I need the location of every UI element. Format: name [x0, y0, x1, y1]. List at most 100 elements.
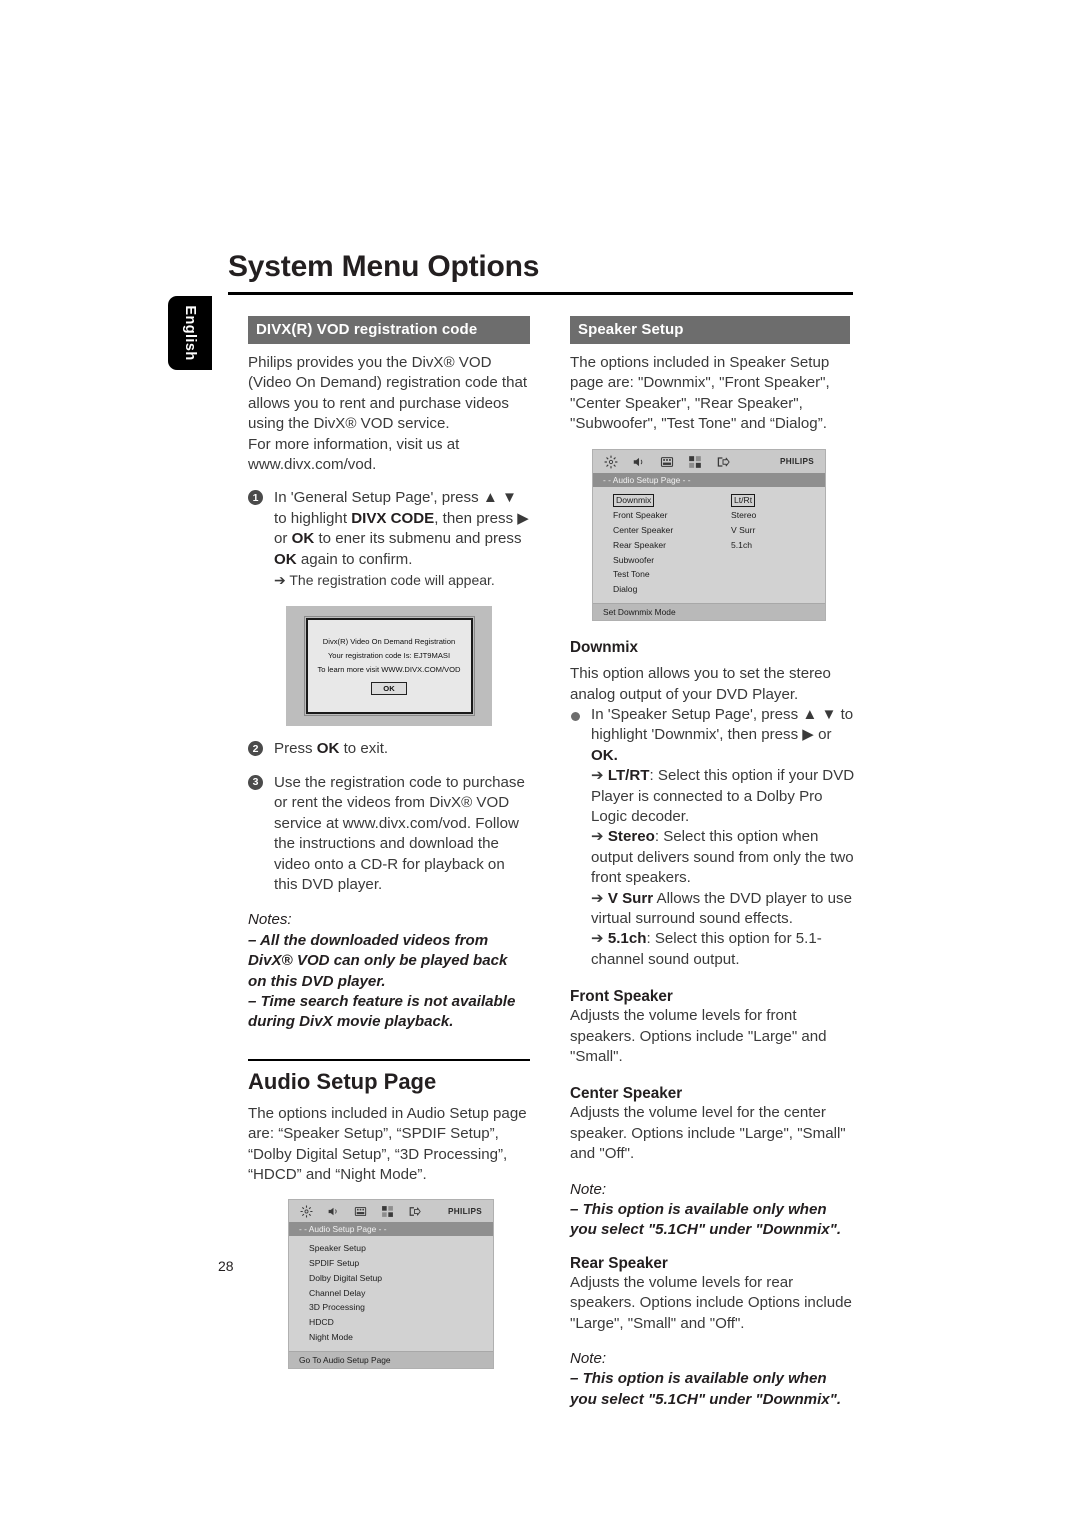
front-speaker-heading: Front Speaker — [570, 988, 673, 1006]
rear-speaker-note: – This option is available only when you… — [570, 1370, 842, 1408]
gear-icon[interactable] — [300, 1205, 313, 1218]
philips-logo: PHILIPS — [448, 1207, 482, 1217]
osd-menu-item[interactable]: Channel Delay — [289, 1286, 493, 1301]
language-tab: English — [168, 296, 212, 370]
downmix-bullet-bold-ok: OK. — [591, 746, 618, 764]
osd-page-bar: - - Audio Setup Page - - — [289, 1222, 493, 1237]
audio-setup-title: Audio Setup Page — [248, 1068, 437, 1094]
osd-menu-item[interactable]: HDCD — [289, 1315, 493, 1330]
downmix-bullet: In 'Speaker Setup Page', press ▲ ▼ to hi… — [570, 705, 856, 970]
bullet-dot-icon — [571, 711, 580, 721]
audio-setup-body: The options included in Audio Setup page… — [248, 1104, 527, 1183]
osd-icon-row: PHILIPS — [593, 449, 825, 473]
step-1-text: In 'General Setup Page', press ▲ ▼ to hi… — [274, 488, 530, 570]
osd-selected-label: Downmix — [613, 493, 655, 507]
osd-value-selected[interactable]: Lt/Rt — [711, 492, 811, 509]
divx-note-2: – Time search feature is not available d… — [248, 992, 516, 1031]
divx-registration-dialog: Divx(R) Video On Demand Registration You… — [303, 616, 475, 717]
step-3: 3 Use the registration code to purchase … — [248, 773, 530, 895]
osd-menu-list: Downmix Front Speaker Center Speaker Rea… — [593, 486, 825, 604]
downmix-vsurr-label: V Surr — [607, 889, 654, 907]
osd-selected-value: Lt/Rt — [731, 493, 756, 507]
manual-page: English System Menu Options DIVX(R) VOD … — [0, 0, 1080, 1528]
speaker-icon[interactable] — [632, 455, 646, 469]
osd-menu-item[interactable]: Test Tone — [593, 568, 711, 583]
philips-logo: PHILIPS — [780, 457, 814, 467]
step-1-bold-ok-2: OK — [274, 550, 297, 568]
step-1-number: 1 — [248, 490, 263, 506]
step-1-line4: again to confirm. — [296, 550, 413, 568]
osd-menu-item[interactable]: Night Mode — [289, 1330, 493, 1345]
downmix-ltrt-label: LT/RT — [607, 767, 650, 785]
left-column: DIVX(R) VOD registration code Philips pr… — [248, 316, 530, 1369]
center-speaker-heading: Center Speaker — [570, 1085, 683, 1103]
step-3-number: 3 — [248, 774, 263, 790]
downmix-body: This option allows you to set the stereo… — [570, 665, 831, 703]
osd-menu-item[interactable]: Subwoofer — [593, 553, 711, 568]
title-divider — [228, 292, 853, 295]
rear-speaker-note-heading: Note: — [570, 1350, 607, 1368]
step-2-text: Press OK to exit. — [274, 739, 530, 759]
divx-dialog-ok-button[interactable]: OK — [371, 682, 407, 696]
step-2-pre: Press — [274, 740, 317, 758]
osd-menu-item[interactable]: Dialog — [593, 582, 711, 597]
divx-dialog-line-2: Your registration code Is: EJT9MASI — [327, 651, 451, 661]
osd-page-bar: - - Audio Setup Page - - — [593, 472, 825, 487]
speaker-icon[interactable] — [327, 1205, 340, 1218]
preference-icon[interactable] — [381, 1205, 394, 1218]
osd-menu-item[interactable]: Center Speaker — [593, 523, 711, 538]
osd-menu-item[interactable]: Front Speaker — [593, 508, 711, 523]
downmix-option-stereo: ➔ Stereo: Select this option when output… — [591, 828, 854, 887]
divx-section-header: DIVX(R) VOD registration code — [248, 316, 530, 344]
osd-icon-row: PHILIPS — [289, 1200, 493, 1223]
right-column: Speaker Setup The options included in Sp… — [570, 316, 856, 1410]
downmix-option-ltrt: ➔ LT/RT: Select this option if your DVD … — [591, 767, 855, 825]
video-icon[interactable] — [660, 455, 674, 469]
exit-icon[interactable] — [716, 455, 730, 469]
center-speaker-note: – This option is available only when you… — [570, 1201, 842, 1239]
center-speaker-body: Adjusts the volume level for the center … — [570, 1104, 846, 1163]
rear-speaker-heading: Rear Speaker — [570, 1254, 668, 1272]
osd-value[interactable]: 5.1ch — [711, 538, 811, 553]
osd-footer: Set Downmix Mode — [593, 603, 825, 621]
downmix-heading: Downmix — [570, 639, 638, 657]
divx-intro-paragraph: Philips provides you the DivX® VOD (Vide… — [248, 354, 528, 433]
divx-note-1: – All the downloaded videos from DivX® V… — [248, 931, 508, 990]
downmix-bullet-text: In 'Speaker Setup Page', press ▲ ▼ to hi… — [591, 705, 856, 766]
language-tab-label: English — [182, 305, 198, 361]
osd-menu-item[interactable]: 3D Processing — [289, 1301, 493, 1316]
preference-icon[interactable] — [688, 455, 702, 469]
rear-speaker-body: Adjusts the volume levels for rear speak… — [570, 1273, 852, 1332]
step-2-post: to exit. — [339, 740, 389, 758]
step-1-result: ➔ The registration code will appear. — [274, 572, 495, 589]
osd-menu-item[interactable]: Speaker Setup — [289, 1241, 493, 1256]
exit-icon[interactable] — [408, 1205, 421, 1218]
step-2-bold-ok: OK — [316, 740, 340, 758]
page-title: System Menu Options — [228, 250, 540, 283]
step-3-text: Use the registration code to purchase or… — [274, 773, 525, 893]
divx-dialog-line-3: To learn more visit WWW.DIVX.COM/VOD — [317, 665, 461, 675]
osd-value[interactable]: Stereo — [711, 508, 811, 523]
osd-menu-item[interactable]: Dolby Digital Setup — [289, 1271, 493, 1286]
osd-menu-item[interactable]: Rear Speaker — [593, 538, 711, 553]
center-speaker-note-heading: Note: — [570, 1180, 607, 1198]
gear-icon[interactable] — [604, 455, 618, 469]
osd-value[interactable]: V Surr — [711, 523, 811, 538]
downmix-51ch-label: 5.1ch — [607, 930, 647, 948]
divx-dialog-line-1: Divx(R) Video On Demand Registration — [322, 637, 456, 647]
step-1-line3: to ener its submenu and press — [314, 530, 522, 548]
osd-menu-values: Lt/Rt Stereo V Surr 5.1ch — [711, 492, 811, 597]
page-number: 28 — [218, 1258, 234, 1274]
speaker-setup-section-header: Speaker Setup — [570, 316, 850, 344]
divx-notes-heading: Notes: — [248, 911, 292, 929]
downmix-stereo-label: Stereo — [607, 828, 655, 846]
video-icon[interactable] — [354, 1205, 367, 1218]
step-1-bold-ok-1: OK — [291, 530, 315, 548]
speaker-setup-intro: The options included in Speaker Setup pa… — [570, 354, 830, 433]
osd-menu-item[interactable]: SPDIF Setup — [289, 1256, 493, 1271]
downmix-option-51ch: ➔ 5.1ch: Select this option for 5.1-chan… — [591, 930, 822, 968]
downmix-option-vsurr: ➔ V Surr Allows the DVD player to use vi… — [591, 889, 852, 927]
osd-menu-item-selected[interactable]: Downmix — [593, 492, 711, 509]
step-2-number: 2 — [248, 741, 263, 757]
osd-footer: Go To Audio Setup Page — [289, 1350, 493, 1368]
